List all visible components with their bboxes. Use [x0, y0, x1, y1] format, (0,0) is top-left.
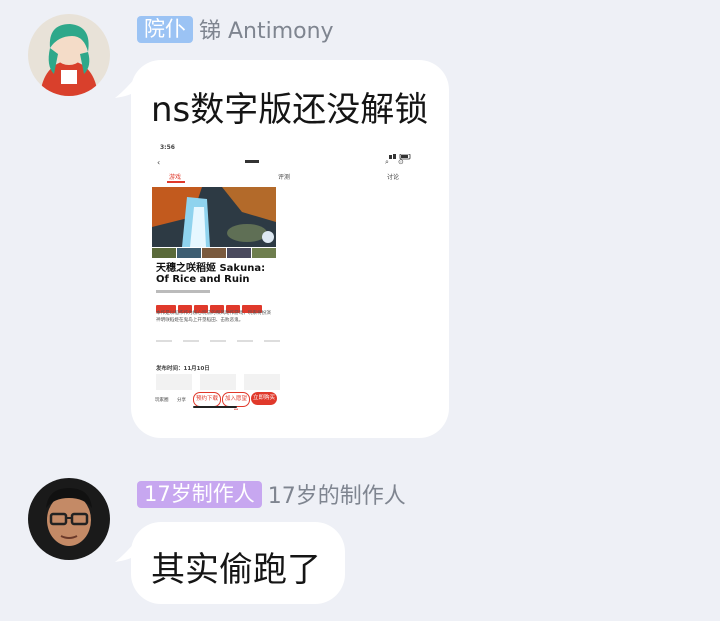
game-hero-image[interactable] [152, 187, 276, 247]
sender-nickname[interactable]: 锑 Antimony [199, 13, 334, 45]
platform-2[interactable] [200, 374, 236, 390]
game-title: 天穗之咲稻姬 Sakuna: Of Rice and Ruin [156, 263, 266, 285]
header-title-mark [245, 160, 259, 163]
thumbnail-strip [152, 248, 276, 258]
thumb-2[interactable] [177, 248, 201, 258]
stat-4 [237, 340, 253, 352]
status-time: 3:56 [160, 144, 175, 151]
tab-games[interactable]: 游戏 [169, 172, 181, 181]
sender-meta-2: 17岁制作人 17岁的制作人 [137, 479, 406, 509]
message-bubble[interactable]: 其实偷跑了 [115, 522, 345, 604]
screenshot-tabs: 游戏 评测 讨论 [169, 172, 399, 181]
developer-line [156, 290, 210, 293]
share-action[interactable]: 分享 [177, 397, 186, 403]
stat-5 [264, 340, 280, 352]
thumb-1[interactable] [152, 248, 176, 258]
circle-action[interactable]: 玩家圈 [155, 397, 169, 403]
member-badge[interactable]: 17岁制作人 [137, 480, 262, 508]
stat-3 [210, 340, 226, 352]
stats-row [156, 340, 280, 354]
anime-girl-avatar[interactable] [28, 14, 110, 96]
game-description: 本作是以稻作作为核心玩法的和风动作游戏，玩家将扮演神明咲稻姬在鬼岛上开垦稻田、击… [156, 311, 271, 323]
member-badge[interactable]: 院仆 [137, 15, 193, 43]
buy-button[interactable]: 立即购买 [251, 392, 277, 405]
platform-3[interactable] [244, 374, 280, 390]
home-indicator [193, 406, 237, 408]
message-bubble[interactable]: ns数字版还没解锁 3:56 ‹ ⌕ ⊙ 游戏 评测 讨论 天穗之咲稻姬 Sak… [115, 60, 449, 438]
sender-meta-1: 院仆 锑 Antimony [137, 14, 334, 44]
stat-2 [183, 340, 199, 352]
platform-row [156, 374, 280, 392]
platform-1[interactable] [156, 374, 192, 390]
preorder-button[interactable]: 预约下载 [193, 392, 221, 407]
thumb-5[interactable] [252, 248, 276, 258]
message-text: 其实偷跑了 [151, 550, 321, 590]
bubble-tail-icon [115, 76, 137, 98]
stat-1 [156, 340, 172, 352]
more-icon[interactable]: ⊙ [398, 158, 404, 166]
sender-nickname[interactable]: 17岁的制作人 [268, 478, 406, 510]
wishlist-button[interactable]: 加入愿望单 [222, 392, 250, 410]
tab-discuss[interactable]: 讨论 [387, 172, 399, 181]
shared-screenshot[interactable]: 3:56 ‹ ⌕ ⊙ 游戏 评测 讨论 天穗之咲稻姬 Sakuna: Of Ri… [149, 140, 439, 410]
thumb-4[interactable] [227, 248, 251, 258]
release-date: 发布时间：11月10日 [156, 366, 210, 372]
man-with-glasses-avatar[interactable] [28, 478, 110, 560]
bubble-tail-icon [115, 540, 137, 562]
search-icon[interactable]: ⌕ [385, 158, 389, 167]
thumb-3[interactable] [202, 248, 226, 258]
tab-indicator [167, 181, 185, 183]
tab-reviews[interactable]: 评测 [278, 172, 290, 181]
back-icon[interactable]: ‹ [157, 158, 160, 167]
message-text: ns数字版还没解锁 [151, 90, 429, 130]
